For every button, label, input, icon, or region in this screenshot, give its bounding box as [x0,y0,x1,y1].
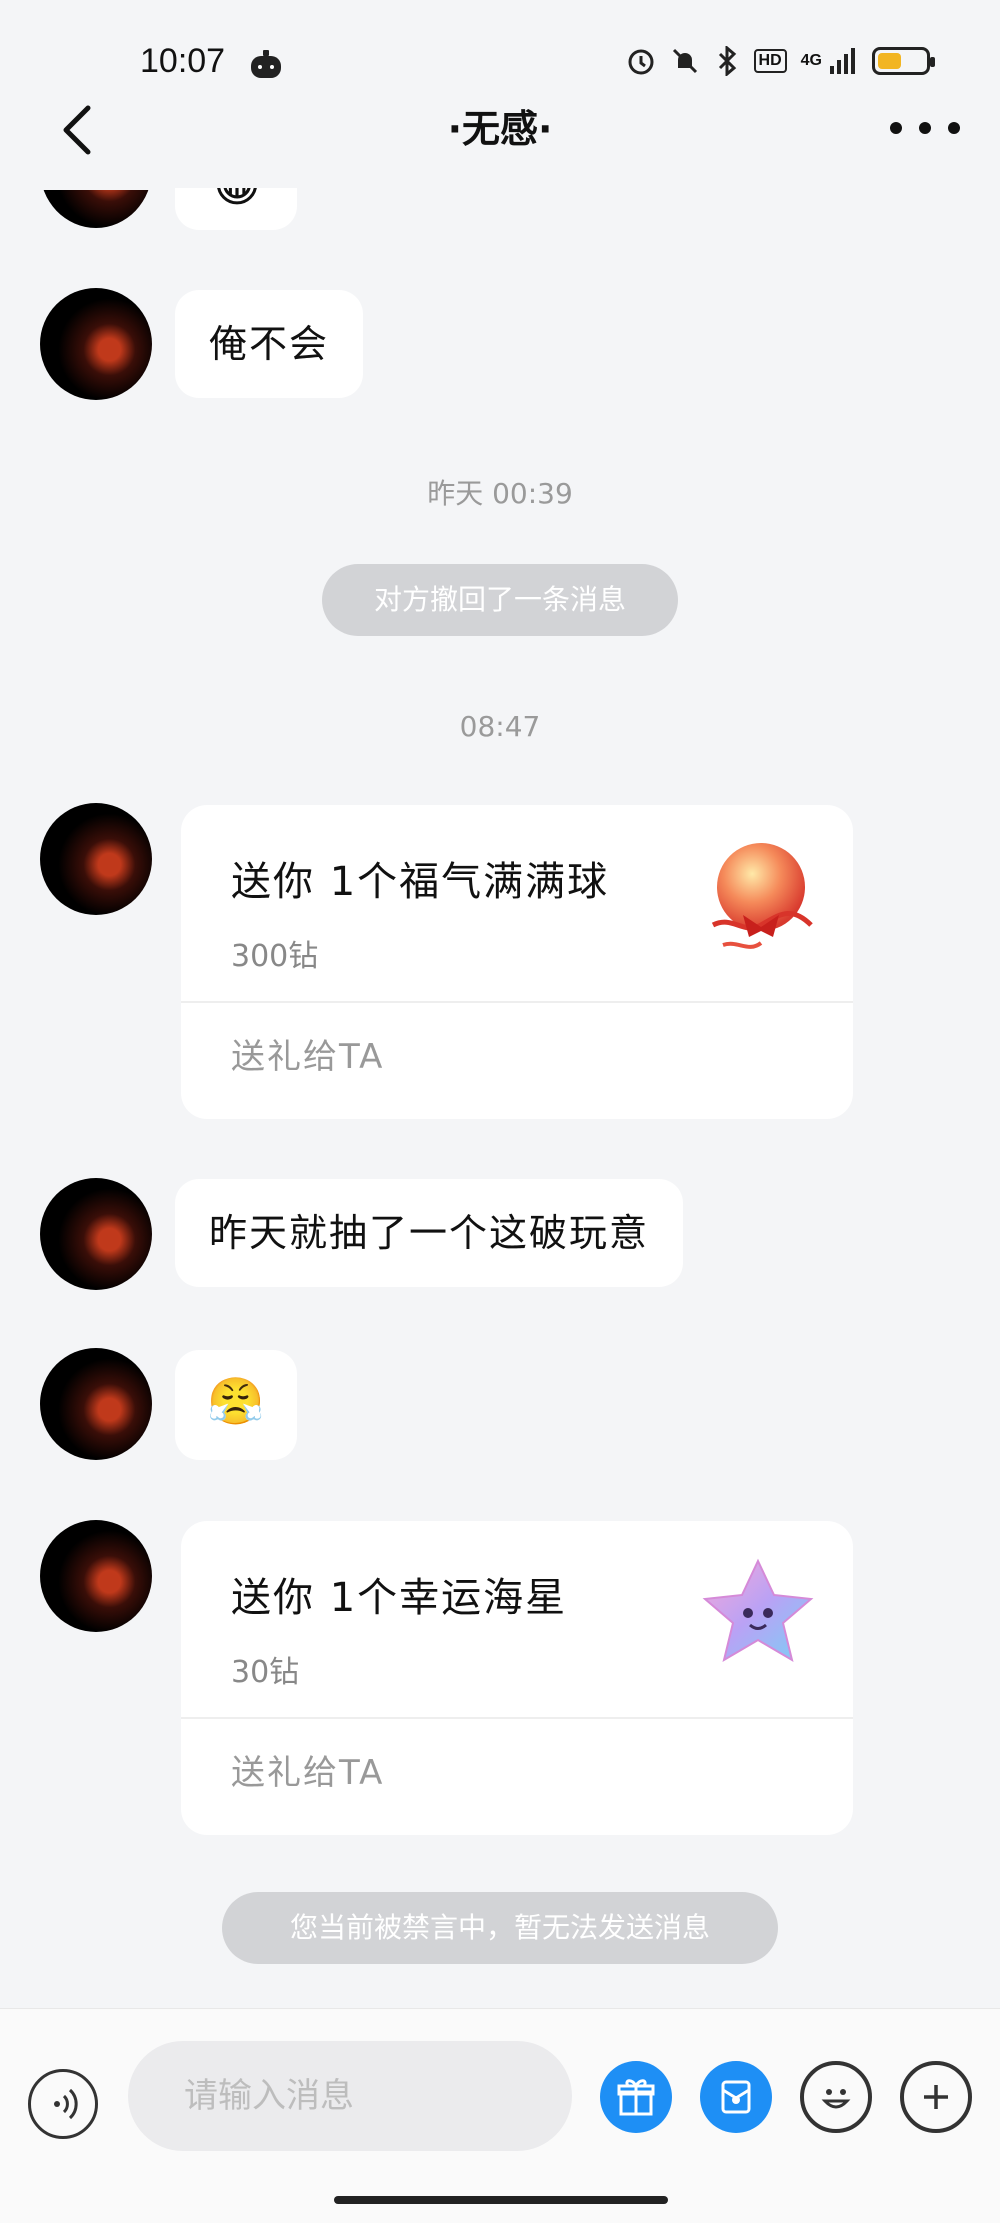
send-gift-button[interactable]: 送礼给TA [231,1745,384,1794]
contact-avatar[interactable] [40,1178,152,1290]
network-type: 4G [800,52,822,69]
more-options-button[interactable] [890,108,960,148]
recall-notice-text: 对方撤回了一条消息 [373,583,626,616]
smiley-icon [821,2089,851,2109]
hd-badge: HD [753,49,787,73]
status-time: 10:07 [140,42,226,80]
status-icons: HD 4G [626,46,935,76]
emoji-bubble: 😤 [175,1350,297,1460]
gift-button[interactable] [600,2061,672,2133]
battery-icon [872,47,935,75]
gift-card: 送你 1个福气满满球 300钻 送礼给TA [181,805,853,1119]
contact-avatar[interactable] [40,288,152,400]
signal-icon [830,48,855,74]
gift-icon [617,2079,655,2116]
red-packet-button[interactable] [700,2061,772,2133]
emoji-bubble-partial: 😁 [175,188,297,230]
plus-icon [924,2085,948,2109]
emoji-steam: 😤 [207,1374,267,1428]
timestamp: 昨天 00:39 [427,477,573,510]
bluetooth-icon [718,46,736,76]
app-notification-icon [251,50,281,78]
text-message: 昨天就抽了一个这破玩意 [175,1179,684,1287]
mute-bell-icon [672,48,697,74]
text-message: 俺不会 [175,290,364,398]
gift-price: 300钻 [231,939,319,974]
mute-notice: 您当前被禁言中，暂无法发送消息 [222,1892,778,1964]
message-text: 昨天就抽了一个这破玩意 [209,1211,650,1255]
voice-input-button[interactable] [28,2069,98,2139]
gift-price: 30钻 [231,1655,300,1690]
red-packet-icon [721,2080,751,2114]
more-actions-button[interactable] [900,2061,972,2133]
chat-header: ·无感· [0,90,1000,170]
home-indicator[interactable] [334,2196,668,2204]
lucky-ball-gift-icon [711,843,813,949]
mute-notice-text: 您当前被禁言中，暂无法发送消息 [289,1911,710,1944]
contact-avatar[interactable] [40,1348,152,1460]
timestamp: 08:47 [459,710,541,743]
message-input[interactable] [128,2041,572,2151]
message-text: 俺不会 [209,322,330,366]
emoji-grin: 😁 [213,188,263,212]
send-gift-button[interactable]: 送礼给TA [231,1029,384,1078]
contact-avatar[interactable] [40,1520,152,1632]
input-bar [0,2008,1000,2223]
recall-notice: 对方撤回了一条消息 [322,564,678,636]
gift-title: 送你 1个福气满满球 [231,859,610,905]
voice-icon [54,2088,78,2120]
alarm-icon [628,49,654,75]
divider [181,1717,853,1719]
emoji-button[interactable] [800,2061,872,2133]
chat-title: ·无感· [447,107,553,151]
contact-avatar[interactable] [40,803,152,915]
gift-card: 送你 1个幸运海星 30钻 送礼给TA [181,1521,853,1835]
lucky-starfish-gift-icon [702,1558,814,1663]
gift-title: 送你 1个幸运海星 [231,1575,568,1621]
divider [181,1001,853,1003]
